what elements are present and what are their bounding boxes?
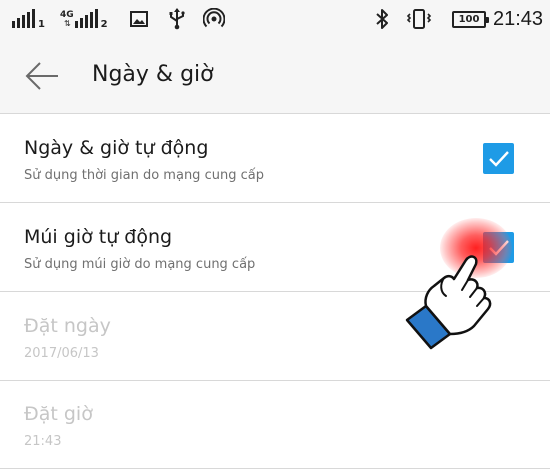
setting-summary: 2017/06/13: [24, 346, 99, 361]
auto-timezone-checkbox[interactable]: [483, 232, 514, 263]
check-icon: [488, 150, 509, 167]
clock: 21:43: [493, 0, 543, 38]
setting-auto-date-time[interactable]: Ngày & giờ tự động Sử dụng thời gian do …: [0, 115, 550, 203]
setting-summary: Sử dụng múi giờ do mạng cung cấp: [24, 257, 256, 272]
sim2-label: 2: [100, 19, 108, 30]
bluetooth-icon: [375, 0, 389, 38]
status-time: 21:43: [493, 7, 544, 30]
setting-summary: Sử dụng thời gian do mạng cung cấp: [24, 168, 264, 183]
status-bar: 1 4G ⇅ 2 100 21:43: [0, 0, 550, 38]
arrow-left-icon: [25, 62, 58, 90]
sim1-label: 1: [38, 19, 45, 30]
network-type: 4G ⇅: [60, 10, 74, 28]
setting-set-date[interactable]: Đặt ngày 2017/06/13: [0, 293, 550, 381]
auto-date-time-checkbox[interactable]: [483, 143, 514, 174]
signal-icon: [12, 9, 35, 28]
setting-title: Ngày & giờ tự động: [24, 137, 209, 159]
sim1-signal: 1: [12, 0, 45, 38]
setting-set-time[interactable]: Đặt giờ 21:43: [0, 381, 550, 469]
setting-auto-timezone[interactable]: Múi giờ tự động Sử dụng múi giờ do mạng …: [0, 204, 550, 292]
usb-icon: [168, 0, 186, 38]
page-title: Ngày & giờ: [92, 62, 214, 87]
vibrate-icon: [406, 0, 432, 38]
setting-title: Đặt giờ: [24, 403, 93, 425]
setting-summary: 21:43: [24, 434, 62, 449]
setting-title: Đặt ngày: [24, 315, 111, 337]
setting-title: Múi giờ tự động: [24, 226, 173, 248]
signal-icon: [74, 9, 98, 28]
app-bar: Ngày & giờ: [0, 38, 550, 114]
back-button[interactable]: [20, 56, 64, 96]
hotspot-icon: [203, 0, 225, 38]
gallery-icon: [130, 0, 148, 38]
battery-icon: 100: [452, 0, 489, 38]
check-icon: [488, 239, 509, 256]
sim2-signal: 4G ⇅ 2: [60, 0, 108, 38]
battery-level: 100: [452, 10, 489, 28]
